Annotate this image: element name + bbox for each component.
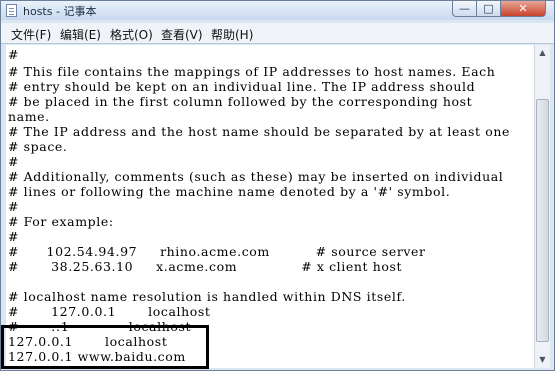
scroll-down-arrow-icon[interactable]: ▼: [535, 352, 550, 368]
text-line: # For example:: [8, 214, 114, 229]
text-line: # lines or following the machine name de…: [8, 184, 451, 199]
text-line: #: [8, 199, 20, 214]
minimize-button[interactable]: —: [452, 1, 477, 17]
vertical-scrollbar[interactable]: ▲ ▼: [534, 45, 550, 368]
text-line: # be placed in the first column followed…: [8, 94, 473, 109]
text-line: # localhost name resolution is handled w…: [8, 289, 406, 304]
text-line: # 102.54.94.97 rhino.acme.com # source s…: [8, 244, 426, 259]
menu-bar: 文件(F) 编辑(E) 格式(O) 查看(V) 帮助(H): [1, 23, 554, 44]
text-line: # Additionally, comments (such as these)…: [8, 169, 504, 184]
text-line: # 127.0.0.1 localhost: [8, 304, 211, 319]
maximize-button[interactable]: □: [476, 1, 501, 17]
menu-edit[interactable]: 编辑(E): [60, 26, 101, 43]
text-line: name.: [8, 109, 50, 124]
scroll-thumb[interactable]: [536, 99, 549, 342]
notepad-icon[interactable]: [6, 4, 17, 17]
text-editor[interactable]: # # This file contains the mappings of I…: [6, 45, 534, 368]
text-line: #: [8, 47, 20, 62]
text-line: # This file contains the mappings of IP …: [8, 64, 496, 79]
text-line: #: [8, 229, 20, 244]
menu-view[interactable]: 查看(V): [161, 26, 203, 43]
text-line: # entry should be kept on an individual …: [8, 79, 476, 94]
window-title: hosts - 记事本: [23, 5, 97, 18]
scroll-up-arrow-icon[interactable]: ▲: [535, 45, 550, 61]
text-line: # The IP address and the host name shoul…: [8, 124, 510, 139]
menu-format[interactable]: 格式(O): [110, 26, 153, 43]
annotation-highlight-box: [1, 325, 209, 369]
menu-file[interactable]: 文件(F): [11, 26, 51, 43]
menu-help[interactable]: 帮助(H): [211, 26, 253, 43]
text-line: # 38.25.63.10 x.acme.com # x client host: [8, 259, 403, 274]
text-line: # space.: [8, 139, 68, 154]
text-line: #: [8, 154, 20, 169]
notepad-window: hosts - 记事本 — □ ✕ 文件(F) 编辑(E) 格式(O) 查看(V…: [0, 0, 555, 371]
close-button[interactable]: ✕: [500, 1, 546, 17]
